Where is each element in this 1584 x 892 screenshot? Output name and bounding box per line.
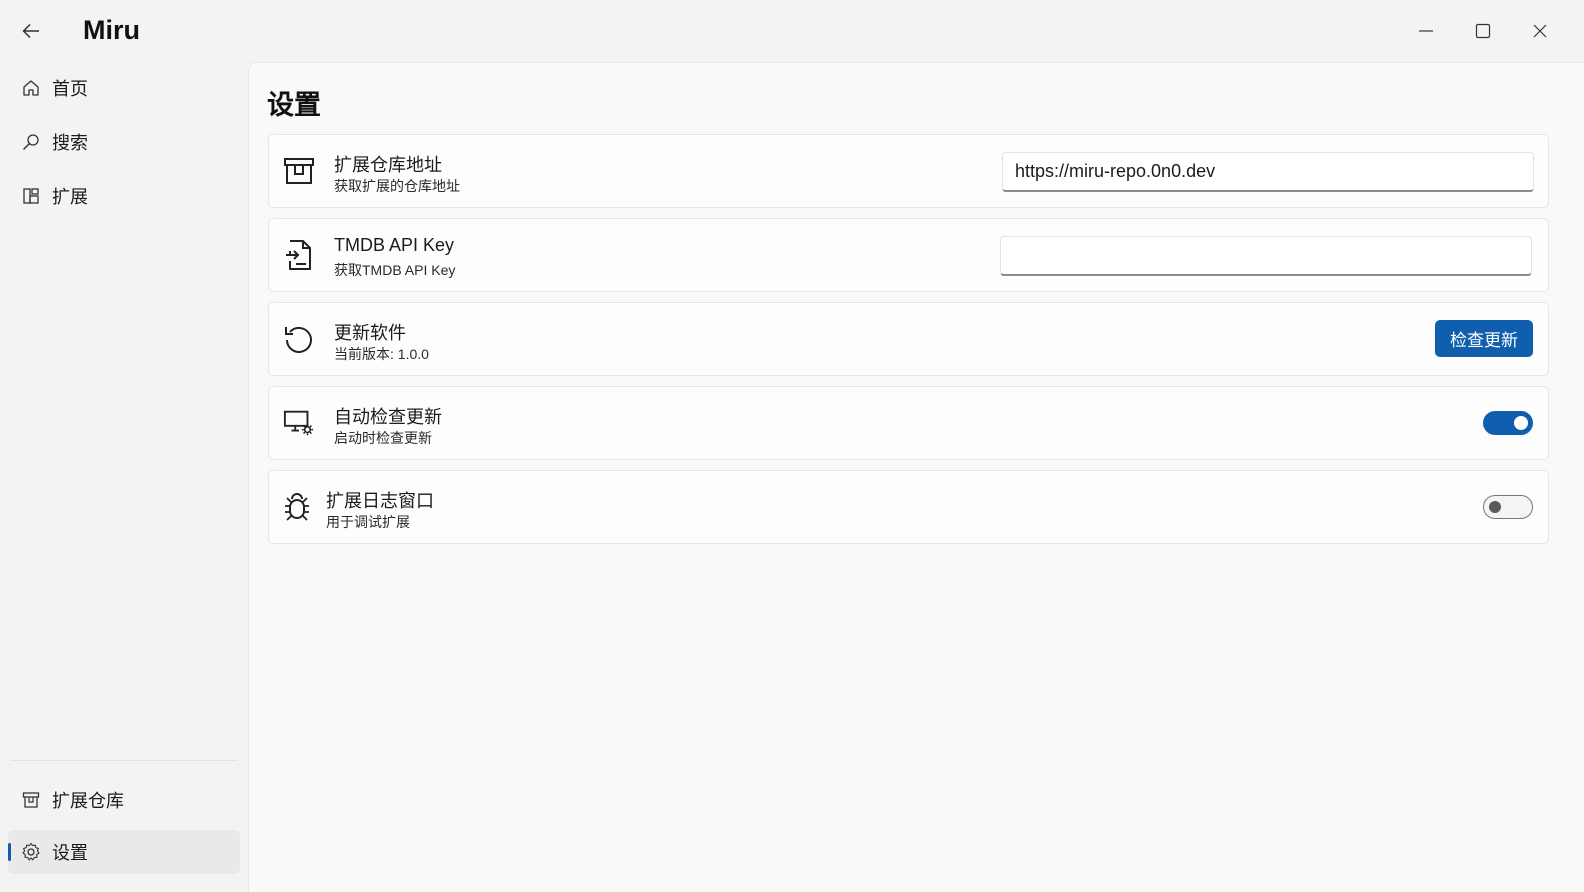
setting-description: 获取扩展的仓库地址 — [334, 178, 460, 194]
repository-icon — [20, 789, 42, 811]
selection-indicator — [8, 843, 11, 861]
setting-description: 获取TMDB API Key — [334, 262, 456, 278]
tmdb-api-key-input[interactable] — [1000, 236, 1532, 276]
nav-item-search[interactable]: 搜索 — [8, 120, 240, 164]
setting-card-repository-url: 扩展仓库地址 获取扩展的仓库地址 — [268, 134, 1549, 208]
home-icon — [20, 77, 42, 99]
nav-item-home[interactable]: 首页 — [8, 66, 240, 110]
setting-card-extension-log-window: 扩展日志窗口 用于调试扩展 — [268, 470, 1549, 544]
repository-icon — [283, 155, 315, 187]
nav-item-label: 扩展仓库 — [52, 791, 124, 811]
app-title: Miru — [83, 15, 140, 45]
nav-item-extension-repository[interactable]: 扩展仓库 — [8, 778, 240, 822]
minimize-icon — [1419, 30, 1433, 32]
nav-item-label: 设置 — [52, 843, 88, 863]
nav-item-settings[interactable]: 设置 — [8, 830, 240, 874]
maximize-icon — [1475, 23, 1491, 39]
minimize-button[interactable] — [1406, 14, 1446, 48]
sidebar-divider — [10, 760, 238, 761]
check-update-button[interactable]: 检查更新 — [1435, 320, 1533, 357]
nav-item-label: 首页 — [52, 79, 88, 99]
repository-url-input[interactable] — [1002, 152, 1534, 192]
maximize-button[interactable] — [1463, 14, 1503, 48]
title-bar: Miru — [0, 0, 1584, 62]
setting-description: 当前版本: 1.0.0 — [334, 346, 429, 362]
back-button[interactable] — [12, 14, 50, 48]
setting-title: 更新软件 — [334, 323, 406, 343]
gear-icon — [20, 841, 42, 863]
toggle-knob — [1514, 416, 1528, 430]
close-button[interactable] — [1520, 14, 1560, 48]
setting-card-update-software: 更新软件 当前版本: 1.0.0 检查更新 — [268, 302, 1549, 376]
setting-card-tmdb-api-key: TMDB API Key 获取TMDB API Key — [268, 218, 1549, 292]
setting-title: 扩展日志窗口 — [326, 491, 434, 511]
nav-item-label: 扩展 — [52, 187, 88, 207]
nav-item-label: 搜索 — [52, 133, 88, 153]
page-title: 设置 — [267, 90, 321, 120]
setting-title: 自动检查更新 — [334, 407, 442, 427]
auto-check-update-toggle[interactable] — [1483, 411, 1533, 435]
extensions-icon — [20, 185, 42, 207]
toggle-knob — [1489, 501, 1501, 513]
setting-description: 启动时检查更新 — [334, 430, 432, 446]
search-icon — [20, 131, 42, 153]
setting-title: TMDB API Key — [334, 235, 455, 255]
document-icon — [283, 239, 315, 271]
nav-item-extensions[interactable]: 扩展 — [8, 174, 240, 218]
close-icon — [1533, 24, 1547, 38]
bug-icon — [281, 491, 313, 523]
refresh-icon — [283, 323, 315, 355]
extension-log-window-toggle[interactable] — [1483, 495, 1533, 519]
navigation-pane: 首页 搜索 扩展 扩展仓库 设置 — [0, 62, 248, 892]
monitor-settings-icon — [283, 407, 315, 439]
setting-description: 用于调试扩展 — [326, 514, 410, 530]
settings-page: 设置 扩展仓库地址 获取扩展的仓库地址 TMDB API Key 获取TMDB … — [248, 62, 1584, 892]
setting-card-auto-check-update: 自动检查更新 启动时检查更新 — [268, 386, 1549, 460]
back-arrow-icon — [22, 23, 39, 39]
setting-title: 扩展仓库地址 — [334, 155, 442, 175]
